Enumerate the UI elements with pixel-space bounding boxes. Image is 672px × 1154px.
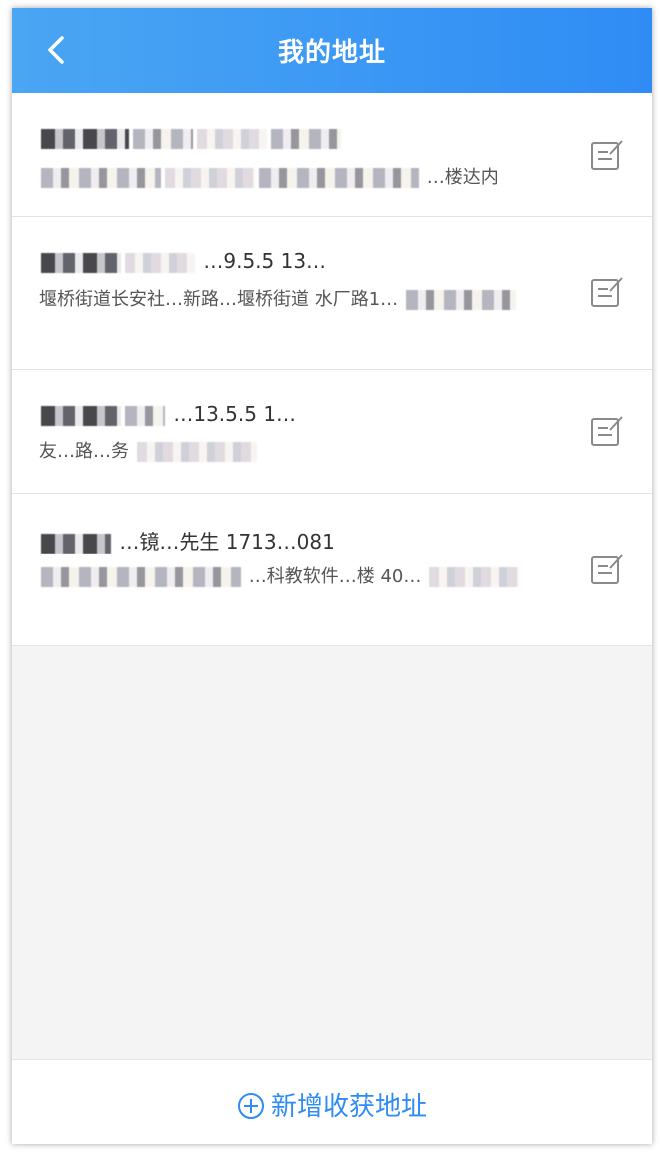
address-recipient-text: …镜…先生 1713…081: [119, 530, 335, 554]
address-recipient-line: …镜…先生 1713…081: [39, 526, 579, 554]
address-recipient-line: …13.5.5 1…: [39, 402, 579, 430]
address-detail-text: 堰桥街道长安社…新路…堰桥街道 水厂路1…: [39, 289, 399, 310]
address-recipient-text: …9.5.5 13…: [203, 249, 327, 273]
address-detail-text: 友…路…务: [39, 441, 129, 462]
edit-note-icon[interactable]: [590, 275, 624, 309]
address-item-4[interactable]: …镜…先生 1713…081 …科教软件…楼 40…: [12, 494, 652, 646]
header-bar: 我的地址: [12, 8, 652, 93]
address-detail-line: …楼达内: [39, 163, 549, 193]
address-recipient-line: …9.5.5 13…: [39, 249, 579, 277]
add-address-label: 新增收获地址: [270, 1092, 427, 1122]
address-recipient-line: [39, 125, 579, 153]
edit-note-icon[interactable]: [590, 414, 624, 448]
address-list: …楼达内 …9.5.5 13… 堰桥街道长安社…新路…堰桥街道 水厂路1… …1…: [12, 93, 652, 646]
address-detail-text: …楼达内: [426, 167, 499, 188]
footer-bar: 新增收获地址: [12, 1059, 652, 1144]
edit-note-icon[interactable]: [590, 552, 624, 586]
address-recipient-text: …13.5.5 1…: [173, 402, 297, 426]
plus-circle-icon: [237, 1093, 264, 1119]
address-detail-line: 友…路…务: [39, 437, 549, 467]
address-item-2[interactable]: …9.5.5 13… 堰桥街道长安社…新路…堰桥街道 水厂路1…: [12, 217, 652, 370]
address-detail-line: …科教软件…楼 40…: [39, 562, 549, 624]
address-detail-line: 堰桥街道长安社…新路…堰桥街道 水厂路1…: [39, 285, 549, 347]
address-detail-text: …科教软件…楼 40…: [248, 566, 422, 587]
address-item-3[interactable]: …13.5.5 1… 友…路…务: [12, 370, 652, 494]
add-address-button[interactable]: 新增收获地址: [12, 1086, 652, 1123]
phone-screen: 我的地址 …楼达内 …9.5.5 13… 堰桥街道长安社…新路…堰桥街道 水厂路…: [12, 8, 652, 1144]
address-item-1[interactable]: …楼达内: [12, 93, 652, 217]
page-title: 我的地址: [277, 38, 386, 68]
edit-note-icon[interactable]: [590, 138, 624, 172]
